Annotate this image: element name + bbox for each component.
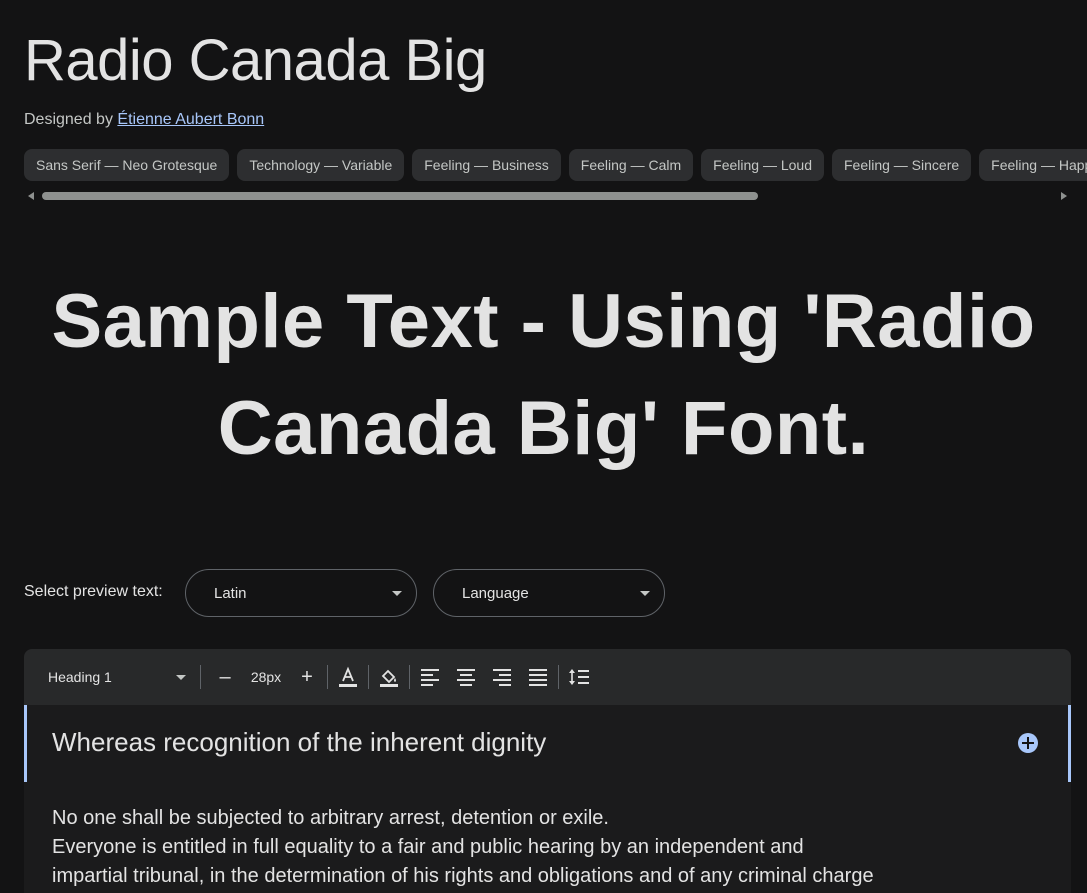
increase-size-button[interactable]: + xyxy=(289,659,325,695)
toolbar-divider xyxy=(368,665,369,689)
align-justify-icon xyxy=(529,669,547,686)
chevron-down-icon xyxy=(176,675,186,680)
text-color-icon xyxy=(339,666,357,687)
add-circle-icon[interactable] xyxy=(1018,733,1038,753)
language-select[interactable]: Language xyxy=(433,569,665,617)
align-right-icon xyxy=(493,669,511,686)
sample-text: Sample Text - Using 'Radio Canada Big' F… xyxy=(51,279,1036,471)
editor-body[interactable]: No one shall be subjected to arbitrary a… xyxy=(24,782,1071,893)
chevron-down-icon xyxy=(640,591,650,596)
editor-toolbar: Heading 1 – 28px + xyxy=(24,649,1071,705)
body-line: No one shall be subjected to arbitrary a… xyxy=(52,807,609,829)
tag-scrollbar[interactable] xyxy=(24,190,1071,202)
line-spacing-icon xyxy=(569,669,589,685)
scroll-right-icon[interactable] xyxy=(1061,192,1067,200)
fill-color-icon xyxy=(380,669,398,687)
tag-chip[interactable]: Technology — Variable xyxy=(237,149,405,181)
preview-text-label: Select preview text: xyxy=(24,583,163,600)
chevron-down-icon xyxy=(392,591,402,596)
toolbar-divider xyxy=(327,665,328,689)
font-specimen-page: Radio Canada Big Designed by Étienne Aub… xyxy=(0,0,1087,893)
tag-chip[interactable]: Feeling — Loud xyxy=(701,149,824,181)
script-select-value: Latin xyxy=(214,585,247,602)
align-center-button[interactable] xyxy=(448,659,484,695)
tag-chip[interactable]: Sans Serif — Neo Grotesque xyxy=(24,149,230,181)
align-left-icon xyxy=(421,669,439,686)
tag-chip[interactable]: Feeling — Business xyxy=(412,149,561,181)
align-center-icon xyxy=(457,669,475,686)
tag-chip[interactable]: Feeling — Calm xyxy=(568,149,694,181)
align-right-button[interactable] xyxy=(484,659,520,695)
line-spacing-button[interactable] xyxy=(561,659,597,695)
toolbar-divider xyxy=(558,665,559,689)
body-line: Everyone is entitled in full equality to… xyxy=(52,836,804,858)
align-justify-button[interactable] xyxy=(520,659,556,695)
language-select-value: Language xyxy=(462,585,529,602)
highlight-color-button[interactable] xyxy=(371,659,407,695)
designed-by-label: Designed by xyxy=(24,111,113,128)
scroll-thumb[interactable] xyxy=(42,192,758,200)
text-style-select[interactable]: Heading 1 xyxy=(48,661,186,693)
tag-list: Sans Serif — Neo Grotesque Technology — … xyxy=(24,149,1087,181)
tag-chip[interactable]: Feeling — Sincere xyxy=(831,149,972,181)
tag-chip[interactable]: Feeling — Happy xyxy=(979,149,1087,181)
text-style-value: Heading 1 xyxy=(48,669,112,685)
editor-heading-block[interactable]: Whereas recognition of the inherent dign… xyxy=(24,705,1071,782)
script-select[interactable]: Latin xyxy=(185,569,417,617)
toolbar-divider xyxy=(200,665,201,689)
heading-text[interactable]: Whereas recognition of the inherent dign… xyxy=(52,727,546,758)
toolbar-divider xyxy=(409,665,410,689)
scroll-left-icon[interactable] xyxy=(28,192,34,200)
font-title: Radio Canada Big xyxy=(24,28,487,93)
font-size-value[interactable]: 28px xyxy=(243,669,289,685)
body-line: impartial tribunal, in the determination… xyxy=(52,865,874,887)
designer-link[interactable]: Étienne Aubert Bonn xyxy=(117,111,264,128)
decrease-size-button[interactable]: – xyxy=(207,659,243,695)
align-left-button[interactable] xyxy=(412,659,448,695)
text-color-button[interactable] xyxy=(330,659,366,695)
designer-line: Designed by Étienne Aubert Bonn xyxy=(24,111,264,129)
